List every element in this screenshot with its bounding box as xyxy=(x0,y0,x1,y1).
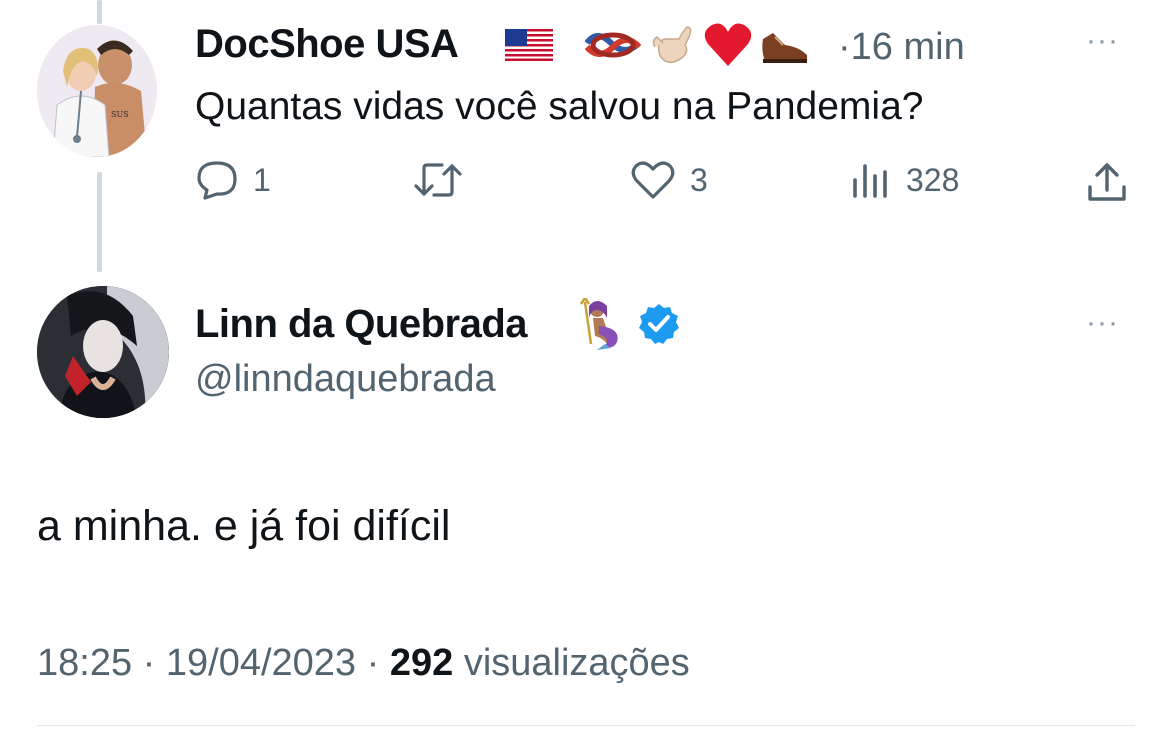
like-count: 3 xyxy=(690,161,708,198)
avatar-photo-icon xyxy=(37,286,169,418)
reply-button[interactable]: 1 xyxy=(195,160,271,200)
avatar-docshoe[interactable]: SUS xyxy=(37,25,157,157)
share-button[interactable] xyxy=(1085,160,1129,204)
post-time[interactable]: 18:25 xyxy=(37,642,132,684)
mans-shoe-icon xyxy=(759,25,811,70)
more-options-button[interactable]: ··· xyxy=(1086,306,1119,340)
separator-dot: · xyxy=(142,642,156,684)
retweet-icon xyxy=(412,160,464,200)
views-label: visualizações xyxy=(463,642,690,684)
author-name[interactable]: Linn da Quebrada xyxy=(195,302,528,347)
like-button[interactable]: 3 xyxy=(630,160,708,200)
views-button[interactable]: 328 xyxy=(850,160,959,200)
views-count: 328 xyxy=(906,161,960,198)
red-heart-icon xyxy=(703,22,753,73)
heart-outline-icon xyxy=(630,160,676,200)
avatar-illustration-icon: SUS xyxy=(37,25,157,157)
analytics-bars-icon xyxy=(850,160,892,200)
name-emoji-row xyxy=(505,22,811,72)
name-badges xyxy=(577,295,681,355)
timestamp[interactable]: ·16 min xyxy=(838,22,965,72)
call-me-hand-icon xyxy=(649,21,697,74)
author-name[interactable]: DocShoe USA xyxy=(195,22,459,67)
retweet-button[interactable] xyxy=(412,160,464,200)
mermaid-icon xyxy=(577,295,629,355)
author-handle[interactable]: @linndaquebrada xyxy=(195,358,496,401)
knot-icon xyxy=(583,25,643,70)
divider xyxy=(37,725,1135,726)
reply-bubble-icon xyxy=(195,160,239,200)
svg-text:SUS: SUS xyxy=(111,110,129,119)
avatar-linn[interactable] xyxy=(37,286,169,418)
thread-connector-top xyxy=(97,0,102,24)
tweet-text: Quantas vidas você salvou na Pandemia? xyxy=(195,85,924,128)
reply-count: 1 xyxy=(253,161,271,198)
views-count: 292 xyxy=(389,642,454,684)
tweet-text: a minha. e já foi difícil xyxy=(37,502,451,550)
separator-dot: · xyxy=(366,642,380,684)
tweet-metadata: 18:25 · 19/04/2023 · 292 visualizações xyxy=(37,642,690,685)
verified-badge-icon[interactable] xyxy=(637,302,681,351)
us-flag-icon xyxy=(505,28,553,66)
more-options-button[interactable]: ··· xyxy=(1086,24,1119,58)
separator-dot: · xyxy=(838,26,851,68)
share-upload-icon xyxy=(1085,160,1129,204)
thread-connector xyxy=(97,172,102,272)
time-ago: 16 min xyxy=(850,26,965,68)
post-date[interactable]: 19/04/2023 xyxy=(166,642,356,684)
